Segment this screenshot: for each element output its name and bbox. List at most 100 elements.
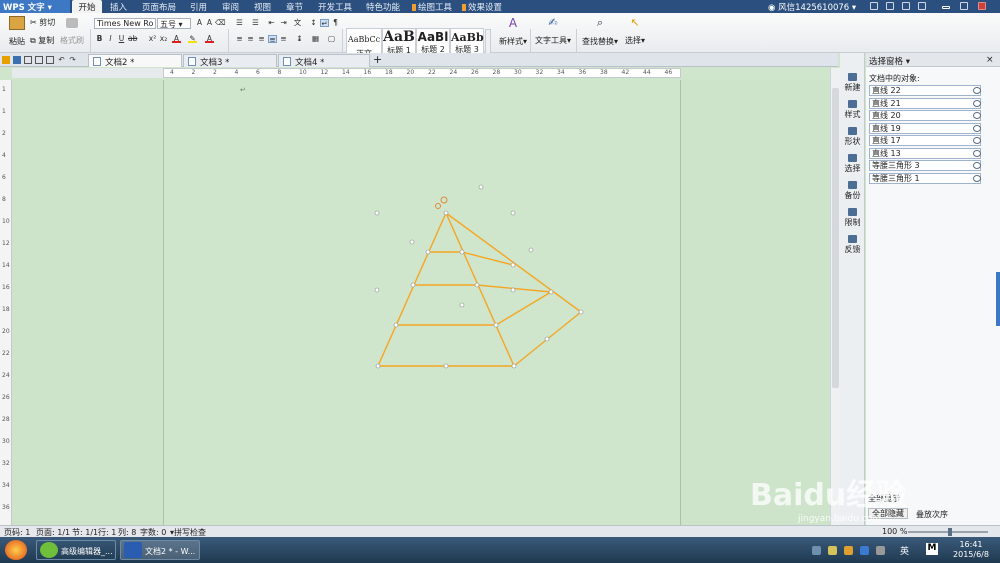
sort-icon[interactable]: ↕: [309, 19, 318, 27]
justify-icon[interactable]: ≡: [268, 35, 277, 44]
user-account[interactable]: ◉ 风信1425610076 ▾: [768, 0, 856, 13]
object-list-item[interactable]: 直线 21: [869, 97, 981, 109]
save-icon[interactable]: [13, 56, 21, 64]
network-icon[interactable]: [876, 546, 885, 555]
borders-icon[interactable]: ▢: [327, 35, 336, 43]
maximize-icon[interactable]: [960, 2, 968, 10]
tab-chapter[interactable]: 章节: [286, 0, 303, 13]
bold-icon[interactable]: B: [95, 35, 104, 43]
tab-insert[interactable]: 插入: [110, 0, 127, 13]
scrollbar-thumb[interactable]: [832, 88, 839, 388]
document-page[interactable]: ↵: [163, 80, 681, 525]
text-direction-icon[interactable]: 文: [293, 19, 302, 27]
start-button-icon[interactable]: [5, 540, 27, 560]
show-marks-icon[interactable]: ↵: [320, 19, 329, 28]
app-menu-button[interactable]: WPS 文字 ▾: [0, 0, 70, 13]
object-list-item[interactable]: 等腰三角形 3: [869, 160, 981, 171]
ribbon-toggle-icon[interactable]: [918, 2, 926, 10]
pane-close-icon[interactable]: ×: [986, 55, 994, 65]
ime-indicator[interactable]: 英: [900, 544, 909, 557]
tray-icon[interactable]: [860, 546, 869, 555]
format-painter-button[interactable]: 格式刷: [60, 35, 84, 46]
tab-developer[interactable]: 开发工具: [318, 0, 352, 13]
cut-button[interactable]: ✂ 剪切: [30, 17, 55, 28]
text-tools-button[interactable]: ✍ 文字工具▾: [534, 16, 572, 52]
object-list-item[interactable]: 直线 20: [869, 110, 981, 121]
side-tool-0[interactable]: 新建: [840, 73, 865, 93]
redo-icon[interactable]: ↷: [68, 56, 77, 64]
tray-icon[interactable]: [828, 546, 837, 555]
system-clock[interactable]: 16:41 2015/6/8: [944, 540, 998, 560]
minimize-icon[interactable]: [942, 6, 950, 9]
subscript-icon[interactable]: x₂: [159, 35, 168, 43]
taskbar-item-editor[interactable]: 高级编辑器_...: [36, 540, 116, 560]
numbering-icon[interactable]: ☰: [251, 19, 260, 27]
doc-tab-3[interactable]: 文档4 *: [278, 54, 370, 68]
skin-icon[interactable]: [870, 2, 878, 10]
tray-icon[interactable]: [844, 546, 853, 555]
new-style-button[interactable]: A 新样式▾: [496, 16, 530, 52]
doc-tab-2[interactable]: 文档3 *: [183, 54, 277, 68]
eye-icon[interactable]: [973, 124, 981, 132]
side-tool-3[interactable]: 选择: [840, 154, 865, 174]
font-color-icon[interactable]: A: [172, 35, 181, 43]
print-preview-icon[interactable]: [24, 56, 32, 64]
doc-tab-1[interactable]: 文档2 *: [88, 54, 182, 68]
zoom-slider-thumb[interactable]: [948, 528, 952, 536]
side-tool-1[interactable]: 样式: [840, 100, 865, 120]
object-list-item[interactable]: 直线 22: [869, 85, 981, 96]
tray-icon[interactable]: [812, 546, 821, 555]
side-tool-5[interactable]: 限制: [840, 208, 865, 228]
side-tool-2[interactable]: 形状: [840, 127, 865, 147]
vertical-ruler[interactable]: 1 1 2 4 6 8 10 12 14 16 18 20 22 24 26 28 30 32 34 36: [0, 80, 12, 525]
char-shading-icon[interactable]: A: [205, 35, 214, 43]
strikethrough-icon[interactable]: ab: [128, 35, 137, 43]
decrease-indent-icon[interactable]: ⇤: [267, 19, 276, 27]
select-button[interactable]: ↖ 选择▾: [622, 16, 648, 52]
align-center-icon[interactable]: ≡: [246, 35, 255, 43]
close-icon[interactable]: [978, 2, 986, 10]
increase-indent-icon[interactable]: ⇥: [279, 19, 288, 27]
distribute-icon[interactable]: ≡: [279, 35, 288, 43]
vertical-scrollbar[interactable]: [830, 68, 840, 525]
object-list-item[interactable]: 直线 19: [869, 122, 981, 134]
align-right-icon[interactable]: ≡: [257, 35, 266, 43]
eye-icon[interactable]: [973, 112, 981, 119]
underline-icon[interactable]: U: [117, 35, 126, 43]
eye-icon[interactable]: [973, 149, 981, 157]
font-name-select[interactable]: Times New Ro: [94, 18, 156, 29]
tab-references[interactable]: 引用: [190, 0, 207, 13]
superscript-icon[interactable]: x²: [148, 35, 157, 43]
pane-edge-handle[interactable]: [996, 272, 1000, 326]
eye-icon[interactable]: [973, 137, 981, 144]
zoom-level[interactable]: 100 %: [882, 527, 907, 536]
highlight-icon[interactable]: ✎: [188, 35, 197, 43]
grow-font-icon[interactable]: A: [195, 19, 204, 27]
help-icon[interactable]: [886, 2, 894, 10]
tab-features[interactable]: 特色功能: [366, 0, 400, 13]
side-tool-4[interactable]: 备份: [840, 181, 865, 201]
copy-button[interactable]: ⧉ 复制: [30, 35, 54, 46]
font-size-select[interactable]: 五号 ▾: [157, 18, 191, 29]
clear-format-icon[interactable]: ⌫: [215, 19, 226, 27]
preview-icon[interactable]: [46, 56, 54, 64]
align-left-icon[interactable]: ≡: [235, 35, 244, 43]
tab-view[interactable]: 视图: [254, 0, 271, 13]
tab-review[interactable]: 审阅: [222, 0, 239, 13]
paragraph-icon[interactable]: ¶: [331, 19, 340, 27]
undo-icon[interactable]: ↶: [57, 56, 66, 64]
tab-drawing-tools[interactable]: 绘图工具: [412, 0, 452, 13]
new-tab-icon[interactable]: +: [373, 53, 382, 66]
taskbar-item-wps[interactable]: 文档2 * - W...: [120, 540, 200, 560]
tab-home[interactable]: 开始: [72, 0, 102, 13]
paste-button[interactable]: 粘贴: [4, 16, 30, 52]
eye-icon[interactable]: [973, 162, 981, 169]
tab-effects[interactable]: 效果设置: [462, 0, 502, 13]
ime-m-icon[interactable]: M: [926, 543, 938, 555]
bullets-icon[interactable]: ☰: [235, 19, 244, 27]
find-replace-button[interactable]: ⌕ 查找替换▾: [582, 16, 618, 52]
object-list-item[interactable]: 等腰三角形 1: [869, 172, 981, 184]
shrink-font-icon[interactable]: A: [205, 19, 214, 27]
object-list-item[interactable]: 直线 17: [869, 135, 981, 146]
italic-icon[interactable]: I: [106, 35, 115, 43]
